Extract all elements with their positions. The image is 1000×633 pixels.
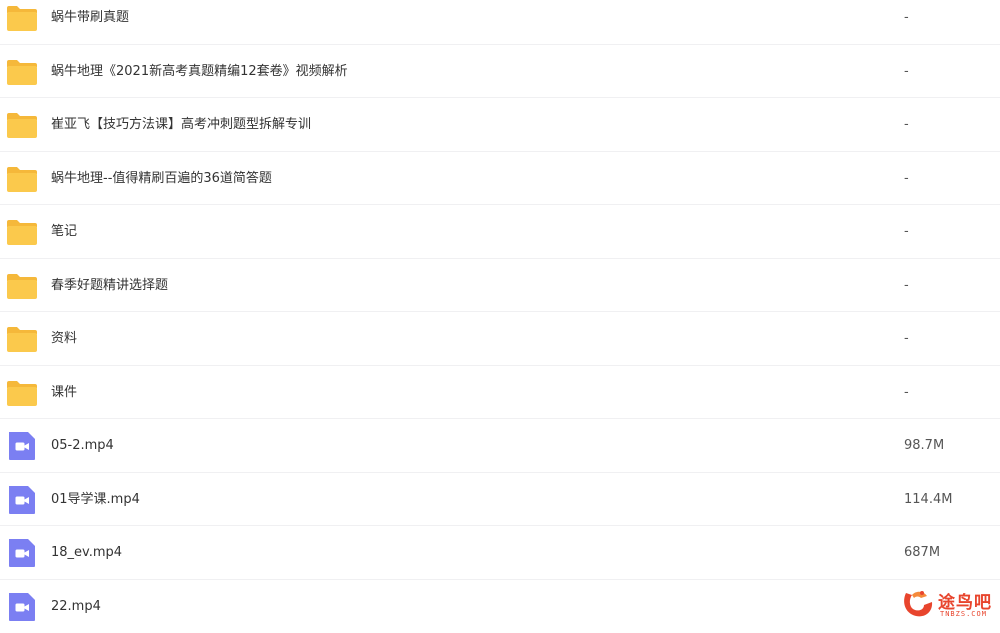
file-row-5[interactable]: 春季好题精讲选择题 -: [0, 259, 1000, 313]
file-row-0[interactable]: 蜗牛带刷真题 -: [0, 0, 1000, 45]
file-list: 蜗牛带刷真题 - 蜗牛地理《2021新高考真题精编12套卷》视频解析 - 崔亚飞…: [0, 0, 1000, 633]
file-size: -: [904, 205, 909, 258]
file-name[interactable]: 崔亚飞【技巧方法课】高考冲刺题型拆解专训: [51, 98, 311, 151]
file-name[interactable]: 笔记: [51, 205, 77, 258]
file-name[interactable]: 蜗牛地理《2021新高考真题精编12套卷》视频解析: [51, 45, 348, 98]
folder-icon: [6, 324, 38, 354]
file-name[interactable]: 18_ev.mp4: [51, 526, 122, 579]
folder-icon: [6, 164, 38, 194]
file-size: 114.4M: [904, 473, 952, 526]
file-name[interactable]: 春季好题精讲选择题: [51, 259, 168, 312]
file-row-7[interactable]: 课件 -: [0, 366, 1000, 420]
file-size: -: [904, 98, 909, 151]
file-size: -: [904, 366, 909, 419]
file-row-4[interactable]: 笔记 -: [0, 205, 1000, 259]
file-name[interactable]: 01导学课.mp4: [51, 473, 140, 526]
file-name[interactable]: 课件: [51, 366, 77, 419]
file-size: -: [904, 45, 909, 98]
folder-icon: [6, 271, 38, 301]
file-row-2[interactable]: 崔亚飞【技巧方法课】高考冲刺题型拆解专训 -: [0, 98, 1000, 152]
video-file-icon: [6, 538, 38, 568]
watermark-logo: 途鸟吧 TNBZS.COM: [900, 587, 994, 621]
file-name[interactable]: 蜗牛地理--值得精刷百遍的36道简答题: [51, 152, 272, 205]
video-file-icon: [6, 592, 38, 622]
file-size: -: [904, 152, 909, 205]
file-row-1[interactable]: 蜗牛地理《2021新高考真题精编12套卷》视频解析 -: [0, 45, 1000, 99]
file-size: -: [904, 0, 909, 44]
file-size: 98.7M: [904, 419, 944, 472]
file-row-9[interactable]: 01导学课.mp4 114.4M: [0, 473, 1000, 527]
file-name[interactable]: 资料: [51, 312, 77, 365]
file-size: 687M: [904, 526, 940, 579]
file-size: -: [904, 259, 909, 312]
folder-icon: [6, 3, 38, 33]
bird-logo-icon: [900, 587, 936, 621]
file-row-3[interactable]: 蜗牛地理--值得精刷百遍的36道简答题 -: [0, 152, 1000, 206]
video-file-icon: [6, 485, 38, 515]
file-row-6[interactable]: 资料 -: [0, 312, 1000, 366]
folder-icon: [6, 57, 38, 87]
file-row-8[interactable]: 05-2.mp4 98.7M: [0, 419, 1000, 473]
watermark-subtext: TNBZS.COM: [940, 610, 987, 618]
file-name[interactable]: 蜗牛带刷真题: [51, 0, 129, 44]
folder-icon: [6, 110, 38, 140]
file-size: -: [904, 312, 909, 365]
folder-icon: [6, 378, 38, 408]
file-name[interactable]: 05-2.mp4: [51, 419, 114, 472]
folder-icon: [6, 217, 38, 247]
video-file-icon: [6, 431, 38, 461]
file-row-10[interactable]: 18_ev.mp4 687M: [0, 526, 1000, 580]
